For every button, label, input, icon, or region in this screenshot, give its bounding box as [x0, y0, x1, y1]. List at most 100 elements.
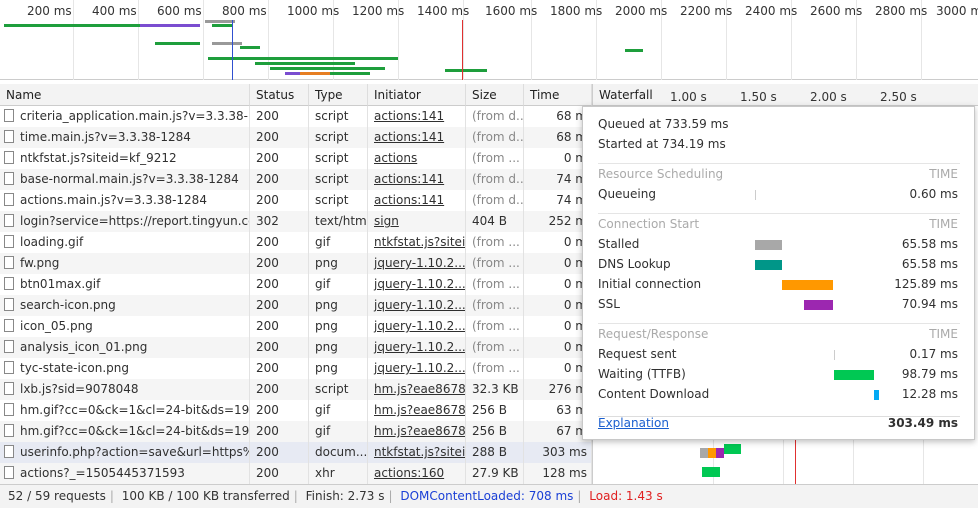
column-header-waterfall[interactable]: Waterfall — [593, 84, 978, 106]
file-icon — [4, 172, 14, 185]
initiator-link[interactable]: jquery-1.10.2... — [374, 340, 465, 354]
overview-tick-label: 1200 ms — [352, 4, 405, 18]
waterfall-bar[interactable] — [724, 444, 741, 454]
waterfall-bar[interactable] — [716, 448, 724, 458]
overview-gridline — [268, 0, 269, 80]
request-name: login?service=https://report.tingyun.co.… — [20, 214, 250, 228]
table-row[interactable]: actions?_=1505445371593 200 xhr actions:160… — [0, 463, 592, 484]
initiator-link[interactable]: sign — [374, 214, 399, 228]
status-cell: 200 — [250, 190, 309, 211]
waterfall-bar[interactable] — [702, 467, 720, 477]
initiator-link[interactable]: actions:141 — [374, 109, 444, 123]
file-icon — [4, 445, 14, 458]
request-name: actions.main.js?v=3.3.38-1284 — [20, 193, 207, 207]
table-row[interactable]: fw.png 200 png jquery-1.10.2... (from ... 0 m — [0, 253, 592, 274]
section-divider — [598, 163, 960, 164]
waterfall-bar[interactable] — [708, 448, 716, 458]
type-cell: png — [309, 337, 368, 358]
table-row[interactable]: ntkfstat.js?siteid=kf_9212 200 script actio… — [0, 148, 592, 169]
overview-bar — [270, 67, 385, 70]
name-cell: loading.gif — [0, 232, 250, 253]
initiator-link[interactable]: jquery-1.10.2... — [374, 277, 465, 291]
load-time: Load: 1.43 s — [589, 489, 663, 503]
timing-value: 98.79 ms — [901, 367, 958, 381]
table-row[interactable]: btn01max.gif 200 gif jquery-1.10.2... (from … — [0, 274, 592, 295]
type-cell: text/html — [309, 211, 368, 232]
initiator-link[interactable]: jquery-1.10.2... — [374, 361, 465, 375]
size-cell: 32.3 KB — [466, 379, 524, 400]
initiator-link[interactable]: actions:141 — [374, 193, 444, 207]
initiator-link[interactable]: hm.js?eae8678... — [374, 382, 465, 396]
waterfall-tick-label: 2.00 s — [810, 90, 847, 104]
table-row[interactable]: search-icon.png 200 png jquery-1.10.2... (fr… — [0, 295, 592, 316]
timing-label: Waiting (TTFB) — [598, 367, 686, 381]
table-row[interactable]: hm.gif?cc=0&ck=1&cl=24-bit&ds=192... 200 g… — [0, 400, 592, 421]
request-name: icon_05.png — [20, 319, 93, 333]
table-row[interactable]: criteria_application.main.js?v=3.3.38-12… — [0, 106, 592, 127]
file-icon — [4, 403, 14, 416]
dom-content-loaded: DOMContentLoaded: 708 ms — [400, 489, 574, 503]
name-cell: time.main.js?v=3.3.38-1284 — [0, 127, 250, 148]
table-row[interactable]: userinfo.php?action=save&url=https%... 20… — [0, 442, 592, 463]
column-header-size[interactable]: Size — [466, 84, 524, 106]
table-row[interactable]: analysis_icon_01.png 200 png jquery-1.10.2.… — [0, 337, 592, 358]
timing-value: 65.58 ms — [901, 257, 958, 271]
table-row[interactable]: base-normal.main.js?v=3.3.38-1284 200 scri… — [0, 169, 592, 190]
table-row[interactable]: lxb.js?sid=9078048 200 script hm.js?eae8678… — [0, 379, 592, 400]
table-row[interactable]: actions.main.js?v=3.3.38-1284 200 script ac… — [0, 190, 592, 211]
initiator-link[interactable]: hm.js?eae8678... — [374, 424, 465, 438]
overview-tick-label: 2200 ms — [680, 4, 733, 18]
queued-at: Queued at 733.59 ms — [598, 117, 729, 131]
column-header-initiator[interactable]: Initiator — [368, 84, 466, 106]
initiator-link[interactable]: jquery-1.10.2... — [374, 298, 465, 312]
initiator-link[interactable]: actions:160 — [374, 466, 444, 480]
initiator-link[interactable]: jquery-1.10.2... — [374, 319, 465, 333]
overview-tick-label: 400 ms — [92, 4, 137, 18]
timing-label: Initial connection — [598, 277, 702, 291]
column-header-status[interactable]: Status — [250, 84, 309, 106]
table-row[interactable]: time.main.js?v=3.3.38-1284 200 script actio… — [0, 127, 592, 148]
type-cell: gif — [309, 274, 368, 295]
type-cell: script — [309, 190, 368, 211]
initiator-cell: actions:141 — [368, 169, 466, 190]
overview-timeline[interactable]: 200 ms 400 ms 600 ms 800 ms 1000 ms 1200 ms 14… — [0, 0, 978, 80]
table-row[interactable]: icon_05.png 200 png jquery-1.10.2... (from .… — [0, 316, 592, 337]
time-cell: 303 ms — [524, 442, 592, 463]
file-icon — [4, 340, 14, 353]
overview-tick-label: 1800 ms — [550, 4, 603, 18]
timing-label: Queueing — [598, 187, 656, 201]
type-cell: script — [309, 379, 368, 400]
initiator-link[interactable]: ntkfstat.js?sitei... — [374, 235, 465, 249]
status-cell: 200 — [250, 400, 309, 421]
initiator-link[interactable]: actions:141 — [374, 172, 444, 186]
explanation-link[interactable]: Explanation — [598, 416, 669, 430]
status-cell: 200 — [250, 169, 309, 190]
table-row[interactable]: tyc-state-icon.png 200 png jquery-1.10.2...… — [0, 358, 592, 379]
status-cell: 200 — [250, 274, 309, 295]
initiator-cell: actions:141 — [368, 190, 466, 211]
request-count: 52 / 59 requests — [8, 489, 106, 503]
file-icon — [4, 214, 14, 227]
initiator-link[interactable]: actions — [374, 151, 417, 165]
file-icon — [4, 298, 14, 311]
overview-bar — [208, 57, 398, 60]
type-cell: png — [309, 295, 368, 316]
initiator-link[interactable]: jquery-1.10.2... — [374, 256, 465, 270]
table-row[interactable]: loading.gif 200gif ntkfstat.js?sitei...(fr… — [0, 232, 592, 253]
table-row[interactable]: login?service=https://report.tingyun.co.… — [0, 211, 592, 232]
request-name: btn01max.gif — [20, 277, 101, 291]
initiator-link[interactable]: hm.js?eae8678... — [374, 403, 465, 417]
overview-bar — [212, 42, 242, 45]
initiator-link[interactable]: actions:141 — [374, 130, 444, 144]
column-header-name[interactable]: Name — [0, 84, 250, 106]
request-name: fw.png — [20, 256, 60, 270]
initiator-link[interactable]: ntkfstat.js?sitei... — [374, 445, 465, 459]
column-header-time[interactable]: Time — [524, 84, 592, 106]
file-icon — [4, 235, 14, 248]
waterfall-bar[interactable] — [700, 448, 708, 458]
table-row[interactable]: hm.gif?cc=0&ck=1&cl=24-bit&ds=192... 200 g… — [0, 421, 592, 442]
initiator-cell: hm.js?eae8678... — [368, 421, 466, 442]
column-header-type[interactable]: Type — [309, 84, 368, 106]
overview-bar — [140, 24, 200, 27]
status-cell: 302 — [250, 211, 309, 232]
